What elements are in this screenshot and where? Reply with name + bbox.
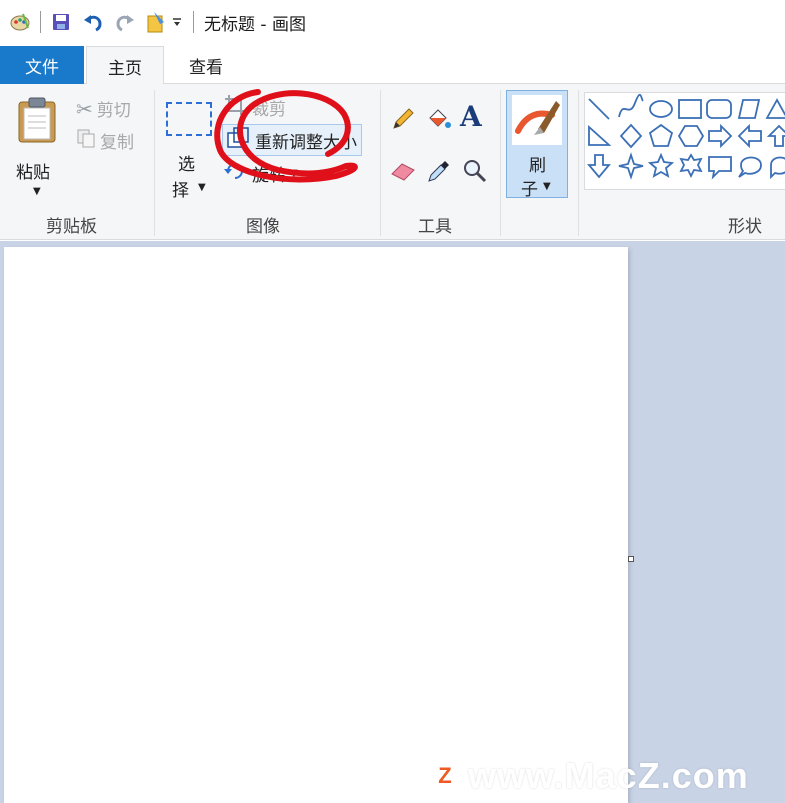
dropdown-icon[interactable] <box>169 10 185 34</box>
brush-dropdown-icon: ▼ <box>543 181 551 192</box>
paste-dropdown-icon: ▼ <box>33 186 41 197</box>
customize-icon[interactable] <box>145 10 169 34</box>
select-label-line1: 选 <box>178 155 195 175</box>
tab-home[interactable]: 主页 <box>86 46 164 85</box>
magnifier-tool[interactable] <box>462 158 488 188</box>
watermark-logo-letter: Z <box>438 763 452 788</box>
paste-label: 粘贴 <box>16 163 50 183</box>
paste-button[interactable]: 粘贴 ▼ <box>8 92 66 204</box>
shapes-group-label: 形状 <box>728 217 762 237</box>
cut-button[interactable]: ✂ 剪切 <box>76 96 131 122</box>
eyedropper-icon <box>428 161 449 182</box>
paint-bucket-icon <box>429 109 451 128</box>
ribbon: 粘贴 ▼ ✂ 剪切 复制 剪贴板 选 择 ▼ 裁剪 重新调整大小 旋转 ▼ 图像… <box>0 84 785 240</box>
copy-button[interactable]: 复制 <box>76 128 134 153</box>
paint-app-icon[interactable] <box>8 10 32 34</box>
group-divider <box>154 90 155 236</box>
tab-file[interactable]: 文件 <box>0 46 84 84</box>
save-icon[interactable] <box>49 10 73 34</box>
brush-button[interactable]: 刷 子 ▼ <box>506 90 568 200</box>
eraser-icon <box>391 163 415 181</box>
watermark: Z www.MacZ.com <box>428 755 749 797</box>
select-rectangle-icon <box>166 102 212 136</box>
text-tool[interactable]: A <box>460 100 482 133</box>
group-divider <box>380 90 381 236</box>
qa-separator <box>40 11 41 33</box>
quick-access-toolbar <box>8 10 202 34</box>
select-label-line2: 择 <box>172 181 189 201</box>
watermark-text: www.MacZ.com <box>468 755 749 796</box>
image-group-label: 图像 <box>246 217 280 237</box>
scissors-icon: ✂ <box>76 96 93 121</box>
watermark-logo-icon: Z <box>428 759 462 793</box>
copy-icon <box>76 128 96 153</box>
brush-label-line1: 刷 <box>529 156 546 176</box>
title-bar: 无标题 - 画图 <box>0 0 785 44</box>
cut-label: 剪切 <box>96 101 131 121</box>
shapes-gallery[interactable] <box>584 92 785 190</box>
tools-group-label: 工具 <box>418 217 452 237</box>
group-divider <box>578 90 579 236</box>
copy-label: 复制 <box>100 133 134 153</box>
clipboard-icon <box>16 96 58 148</box>
drawing-canvas[interactable] <box>4 247 628 803</box>
redo-icon[interactable] <box>113 10 137 34</box>
pencil-tool[interactable] <box>390 106 416 136</box>
ribbon-tabs: 文件 主页 查看 <box>0 46 785 85</box>
qa-separator-2 <box>193 11 194 33</box>
window-title: 无标题 - 画图 <box>204 14 306 35</box>
tab-view[interactable]: 查看 <box>170 46 242 84</box>
eraser-tool[interactable] <box>390 158 418 186</box>
pencil-icon <box>393 108 414 129</box>
clipboard-group-label: 剪贴板 <box>46 217 97 237</box>
brush-label-line2: 子 <box>521 180 538 200</box>
select-dropdown-icon: ▼ <box>198 182 206 193</box>
shapes-grid-icon <box>587 93 785 180</box>
group-divider <box>500 90 501 236</box>
magnifier-icon <box>464 160 487 183</box>
fill-tool[interactable] <box>424 106 452 136</box>
undo-icon[interactable] <box>81 10 105 34</box>
brush-icon <box>512 95 562 145</box>
canvas-resize-handle[interactable] <box>628 556 634 562</box>
canvas-workspace <box>0 241 785 803</box>
color-picker-tool[interactable] <box>426 158 452 188</box>
red-annotation-circle <box>214 89 358 183</box>
